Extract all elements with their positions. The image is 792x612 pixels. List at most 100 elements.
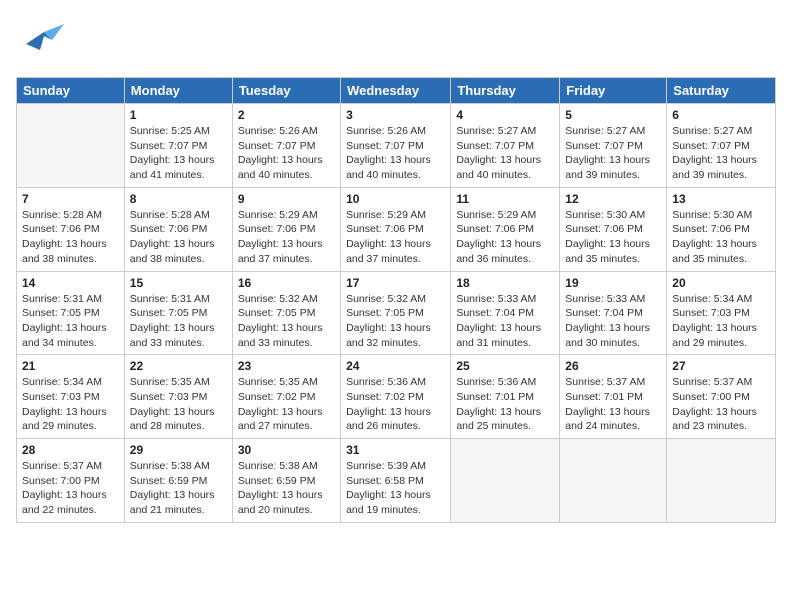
calendar-cell: 15Sunrise: 5:31 AM Sunset: 7:05 PM Dayli…: [124, 271, 232, 355]
calendar-cell: 23Sunrise: 5:35 AM Sunset: 7:02 PM Dayli…: [232, 355, 340, 439]
day-info: Sunrise: 5:35 AM Sunset: 7:02 PM Dayligh…: [238, 375, 335, 434]
calendar-week-row: 28 Sunrise: 5:37 AM Sunset: 7:00 PM Dayli…: [17, 439, 776, 523]
day-number: 20: [672, 276, 770, 290]
calendar-cell: 7Sunrise: 5:28 AM Sunset: 7:06 PM Daylig…: [17, 187, 125, 271]
weekday-header: Friday: [560, 78, 667, 104]
calendar-cell: [451, 439, 560, 523]
day-info: Sunrise: 5:38 AM Sunset: 6:59 PM Dayligh…: [238, 459, 335, 518]
calendar-cell: 26 Sunrise: 5:37 AM Sunset: 7:01 PM Dayli…: [560, 355, 667, 439]
day-info: Sunrise: 5:32 AM Sunset: 7:05 PM Dayligh…: [238, 292, 335, 351]
day-info: Sunrise: 5:30 AM Sunset: 7:06 PM Dayligh…: [672, 208, 770, 267]
day-number: 17: [346, 276, 445, 290]
day-number: 12: [565, 192, 661, 206]
day-info: Sunrise: 5:29 AM Sunset: 7:06 PM Dayligh…: [456, 208, 554, 267]
calendar-cell: 24 Sunrise: 5:36 AM Sunset: 7:02 PM Dayli…: [341, 355, 451, 439]
weekday-header: Sunday: [17, 78, 125, 104]
day-number: 8: [130, 192, 227, 206]
day-info: Sunrise: 5:31 AM Sunset: 7:05 PM Dayligh…: [130, 292, 227, 351]
calendar-table: SundayMondayTuesdayWednesdayThursdayFrid…: [16, 77, 776, 523]
day-info: Sunrise: 5:27 AM Sunset: 7:07 PM Dayligh…: [456, 124, 554, 183]
day-number: 10: [346, 192, 445, 206]
day-info: Sunrise: 5:25 AM Sunset: 7:07 PM Dayligh…: [130, 124, 227, 183]
day-number: 9: [238, 192, 335, 206]
day-number: 25: [456, 359, 554, 373]
day-number: 29: [130, 443, 227, 457]
calendar-cell: 25 Sunrise: 5:36 AM Sunset: 7:01 PM Dayli…: [451, 355, 560, 439]
calendar-cell: 29 Sunrise: 5:38 AM Sunset: 6:59 PM Dayli…: [124, 439, 232, 523]
day-number: 19: [565, 276, 661, 290]
calendar-cell: 27Sunrise: 5:37 AM Sunset: 7:00 PM Dayli…: [667, 355, 776, 439]
weekday-header: Saturday: [667, 78, 776, 104]
calendar-cell: 1 Sunrise: 5:25 AM Sunset: 7:07 PM Daylig…: [124, 104, 232, 188]
calendar-cell: 18 Sunrise: 5:33 AM Sunset: 7:04 PM Dayli…: [451, 271, 560, 355]
day-number: 5: [565, 108, 661, 122]
calendar-week-row: 7Sunrise: 5:28 AM Sunset: 7:06 PM Daylig…: [17, 187, 776, 271]
day-info: Sunrise: 5:33 AM Sunset: 7:04 PM Dayligh…: [456, 292, 554, 351]
calendar-cell: [667, 439, 776, 523]
calendar-cell: 28 Sunrise: 5:37 AM Sunset: 7:00 PM Dayli…: [17, 439, 125, 523]
calendar-cell: 20 Sunrise: 5:34 AM Sunset: 7:03 PM Dayli…: [667, 271, 776, 355]
day-number: 3: [346, 108, 445, 122]
day-info: Sunrise: 5:27 AM Sunset: 7:07 PM Dayligh…: [565, 124, 661, 183]
calendar-cell: 5 Sunrise: 5:27 AM Sunset: 7:07 PM Daylig…: [560, 104, 667, 188]
calendar-cell: 16 Sunrise: 5:32 AM Sunset: 7:05 PM Dayli…: [232, 271, 340, 355]
calendar-cell: 8Sunrise: 5:28 AM Sunset: 7:06 PM Daylig…: [124, 187, 232, 271]
calendar-cell: 31 Sunrise: 5:39 AM Sunset: 6:58 PM Dayli…: [341, 439, 451, 523]
calendar-cell: 17 Sunrise: 5:32 AM Sunset: 7:05 PM Dayli…: [341, 271, 451, 355]
day-info: Sunrise: 5:37 AM Sunset: 7:00 PM Dayligh…: [22, 459, 119, 518]
day-info: Sunrise: 5:29 AM Sunset: 7:06 PM Dayligh…: [346, 208, 445, 267]
logo: [16, 16, 66, 69]
day-info: Sunrise: 5:39 AM Sunset: 6:58 PM Dayligh…: [346, 459, 445, 518]
calendar-cell: 11 Sunrise: 5:29 AM Sunset: 7:06 PM Dayli…: [451, 187, 560, 271]
day-info: Sunrise: 5:37 AM Sunset: 7:01 PM Dayligh…: [565, 375, 661, 434]
calendar-cell: 2 Sunrise: 5:26 AM Sunset: 7:07 PM Daylig…: [232, 104, 340, 188]
day-number: 16: [238, 276, 335, 290]
day-info: Sunrise: 5:36 AM Sunset: 7:01 PM Dayligh…: [456, 375, 554, 434]
day-info: Sunrise: 5:37 AM Sunset: 7:00 PM Dayligh…: [672, 375, 770, 434]
day-number: 31: [346, 443, 445, 457]
page-header: [16, 16, 776, 69]
day-number: 21: [22, 359, 119, 373]
day-info: Sunrise: 5:34 AM Sunset: 7:03 PM Dayligh…: [22, 375, 119, 434]
day-number: 2: [238, 108, 335, 122]
day-number: 26: [565, 359, 661, 373]
day-number: 24: [346, 359, 445, 373]
day-info: Sunrise: 5:35 AM Sunset: 7:03 PM Dayligh…: [130, 375, 227, 434]
calendar-header-row: SundayMondayTuesdayWednesdayThursdayFrid…: [17, 78, 776, 104]
day-info: Sunrise: 5:34 AM Sunset: 7:03 PM Dayligh…: [672, 292, 770, 351]
day-number: 28: [22, 443, 119, 457]
calendar-cell: 22 Sunrise: 5:35 AM Sunset: 7:03 PM Dayli…: [124, 355, 232, 439]
day-info: Sunrise: 5:36 AM Sunset: 7:02 PM Dayligh…: [346, 375, 445, 434]
calendar-cell: 4 Sunrise: 5:27 AM Sunset: 7:07 PM Daylig…: [451, 104, 560, 188]
calendar-cell: 12 Sunrise: 5:30 AM Sunset: 7:06 PM Dayli…: [560, 187, 667, 271]
day-info: Sunrise: 5:28 AM Sunset: 7:06 PM Dayligh…: [22, 208, 119, 267]
calendar-week-row: 21 Sunrise: 5:34 AM Sunset: 7:03 PM Dayli…: [17, 355, 776, 439]
day-info: Sunrise: 5:31 AM Sunset: 7:05 PM Dayligh…: [22, 292, 119, 351]
weekday-header: Monday: [124, 78, 232, 104]
calendar-cell: 6Sunrise: 5:27 AM Sunset: 7:07 PM Daylig…: [667, 104, 776, 188]
day-number: 18: [456, 276, 554, 290]
day-number: 30: [238, 443, 335, 457]
calendar-cell: 21 Sunrise: 5:34 AM Sunset: 7:03 PM Dayli…: [17, 355, 125, 439]
day-info: Sunrise: 5:33 AM Sunset: 7:04 PM Dayligh…: [565, 292, 661, 351]
day-number: 1: [130, 108, 227, 122]
day-info: Sunrise: 5:29 AM Sunset: 7:06 PM Dayligh…: [238, 208, 335, 267]
calendar-cell: 9 Sunrise: 5:29 AM Sunset: 7:06 PM Daylig…: [232, 187, 340, 271]
calendar-cell: 14Sunrise: 5:31 AM Sunset: 7:05 PM Dayli…: [17, 271, 125, 355]
calendar-cell: 3Sunrise: 5:26 AM Sunset: 7:07 PM Daylig…: [341, 104, 451, 188]
day-info: Sunrise: 5:26 AM Sunset: 7:07 PM Dayligh…: [238, 124, 335, 183]
calendar-cell: [17, 104, 125, 188]
day-number: 13: [672, 192, 770, 206]
day-number: 22: [130, 359, 227, 373]
day-number: 6: [672, 108, 770, 122]
day-info: Sunrise: 5:32 AM Sunset: 7:05 PM Dayligh…: [346, 292, 445, 351]
calendar-cell: 19 Sunrise: 5:33 AM Sunset: 7:04 PM Dayli…: [560, 271, 667, 355]
day-info: Sunrise: 5:30 AM Sunset: 7:06 PM Dayligh…: [565, 208, 661, 267]
calendar-cell: 30 Sunrise: 5:38 AM Sunset: 6:59 PM Dayli…: [232, 439, 340, 523]
calendar-cell: 13 Sunrise: 5:30 AM Sunset: 7:06 PM Dayli…: [667, 187, 776, 271]
day-number: 4: [456, 108, 554, 122]
weekday-header: Wednesday: [341, 78, 451, 104]
day-info: Sunrise: 5:38 AM Sunset: 6:59 PM Dayligh…: [130, 459, 227, 518]
logo-icon: [16, 16, 64, 64]
day-number: 11: [456, 192, 554, 206]
